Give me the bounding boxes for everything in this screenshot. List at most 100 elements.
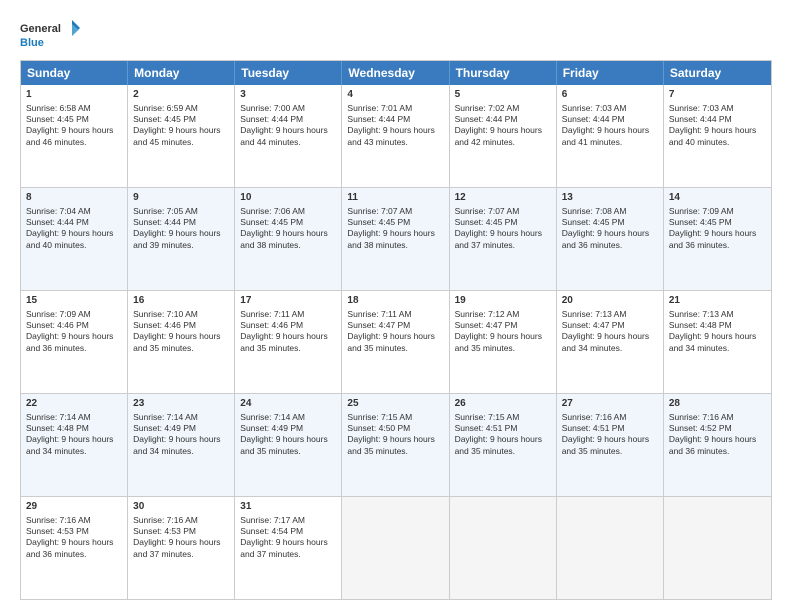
day-number: 12: [455, 191, 551, 205]
calendar-day-header: Thursday: [450, 61, 557, 85]
sunrise-label: Sunrise: 7:13 AM: [669, 309, 734, 319]
calendar-cell: 11Sunrise: 7:07 AMSunset: 4:45 PMDayligh…: [342, 188, 449, 290]
day-number: 7: [669, 88, 766, 102]
calendar-cell: 17Sunrise: 7:11 AMSunset: 4:46 PMDayligh…: [235, 291, 342, 393]
sunset-label: Sunset: 4:45 PM: [669, 217, 732, 227]
sunrise-label: Sunrise: 7:09 AM: [669, 206, 734, 216]
day-number: 24: [240, 397, 336, 411]
day-number: 14: [669, 191, 766, 205]
daylight-minutes: and 40 minutes.: [669, 137, 729, 147]
daylight-label: Daylight: 9 hours hours: [455, 228, 542, 238]
daylight-minutes: and 35 minutes.: [240, 446, 300, 456]
daylight-minutes: and 45 minutes.: [133, 137, 193, 147]
sunset-label: Sunset: 4:44 PM: [455, 114, 518, 124]
sunrise-label: Sunrise: 7:07 AM: [347, 206, 412, 216]
daylight-minutes: and 39 minutes.: [133, 240, 193, 250]
daylight-minutes: and 44 minutes.: [240, 137, 300, 147]
sunset-label: Sunset: 4:46 PM: [240, 320, 303, 330]
daylight-label: Daylight: 9 hours hours: [26, 537, 113, 547]
daylight-label: Daylight: 9 hours hours: [240, 537, 327, 547]
daylight-minutes: and 38 minutes.: [347, 240, 407, 250]
daylight-label: Daylight: 9 hours hours: [347, 331, 434, 341]
sunrise-label: Sunrise: 7:02 AM: [455, 103, 520, 113]
daylight-label: Daylight: 9 hours hours: [26, 331, 113, 341]
day-number: 28: [669, 397, 766, 411]
daylight-minutes: and 36 minutes.: [669, 240, 729, 250]
sunset-label: Sunset: 4:51 PM: [562, 423, 625, 433]
daylight-label: Daylight: 9 hours hours: [455, 125, 542, 135]
sunset-label: Sunset: 4:44 PM: [562, 114, 625, 124]
day-number: 3: [240, 88, 336, 102]
daylight-minutes: and 35 minutes.: [455, 343, 515, 353]
day-number: 5: [455, 88, 551, 102]
sunset-label: Sunset: 4:53 PM: [133, 526, 196, 536]
sunrise-label: Sunrise: 6:59 AM: [133, 103, 198, 113]
calendar-cell: 23Sunrise: 7:14 AMSunset: 4:49 PMDayligh…: [128, 394, 235, 496]
sunset-label: Sunset: 4:44 PM: [240, 114, 303, 124]
sunrise-label: Sunrise: 7:14 AM: [133, 412, 198, 422]
sunrise-label: Sunrise: 7:05 AM: [133, 206, 198, 216]
daylight-label: Daylight: 9 hours hours: [347, 434, 434, 444]
calendar-body: 1Sunrise: 6:58 AMSunset: 4:45 PMDaylight…: [21, 85, 771, 599]
calendar-day-header: Saturday: [664, 61, 771, 85]
calendar-page: General Blue SundayMondayTuesdayWednesda…: [0, 0, 792, 612]
sunrise-label: Sunrise: 7:16 AM: [26, 515, 91, 525]
calendar-cell: 31Sunrise: 7:17 AMSunset: 4:54 PMDayligh…: [235, 497, 342, 599]
sunrise-label: Sunrise: 7:14 AM: [26, 412, 91, 422]
calendar-cell: 30Sunrise: 7:16 AMSunset: 4:53 PMDayligh…: [128, 497, 235, 599]
daylight-minutes: and 36 minutes.: [669, 446, 729, 456]
daylight-minutes: and 43 minutes.: [347, 137, 407, 147]
calendar-day-header: Friday: [557, 61, 664, 85]
sunset-label: Sunset: 4:44 PM: [347, 114, 410, 124]
day-number: 26: [455, 397, 551, 411]
calendar-cell: [342, 497, 449, 599]
day-number: 6: [562, 88, 658, 102]
sunset-label: Sunset: 4:45 PM: [347, 217, 410, 227]
daylight-minutes: and 40 minutes.: [26, 240, 86, 250]
calendar-day-header: Monday: [128, 61, 235, 85]
daylight-minutes: and 35 minutes.: [562, 446, 622, 456]
day-number: 31: [240, 500, 336, 514]
calendar-cell: 14Sunrise: 7:09 AMSunset: 4:45 PMDayligh…: [664, 188, 771, 290]
calendar-cell: 26Sunrise: 7:15 AMSunset: 4:51 PMDayligh…: [450, 394, 557, 496]
sunrise-label: Sunrise: 7:15 AM: [347, 412, 412, 422]
sunrise-label: Sunrise: 7:01 AM: [347, 103, 412, 113]
daylight-label: Daylight: 9 hours hours: [562, 125, 649, 135]
daylight-minutes: and 42 minutes.: [455, 137, 515, 147]
sunset-label: Sunset: 4:44 PM: [669, 114, 732, 124]
sunrise-label: Sunrise: 7:08 AM: [562, 206, 627, 216]
sunrise-label: Sunrise: 7:13 AM: [562, 309, 627, 319]
daylight-minutes: and 38 minutes.: [240, 240, 300, 250]
daylight-label: Daylight: 9 hours hours: [562, 228, 649, 238]
day-number: 15: [26, 294, 122, 308]
calendar-cell: 10Sunrise: 7:06 AMSunset: 4:45 PMDayligh…: [235, 188, 342, 290]
sunset-label: Sunset: 4:45 PM: [562, 217, 625, 227]
daylight-label: Daylight: 9 hours hours: [240, 125, 327, 135]
daylight-minutes: and 41 minutes.: [562, 137, 622, 147]
daylight-label: Daylight: 9 hours hours: [669, 434, 756, 444]
sunset-label: Sunset: 4:49 PM: [133, 423, 196, 433]
day-number: 17: [240, 294, 336, 308]
day-number: 2: [133, 88, 229, 102]
sunrise-label: Sunrise: 7:14 AM: [240, 412, 305, 422]
sunset-label: Sunset: 4:54 PM: [240, 526, 303, 536]
day-number: 29: [26, 500, 122, 514]
day-number: 30: [133, 500, 229, 514]
sunset-label: Sunset: 4:49 PM: [240, 423, 303, 433]
daylight-label: Daylight: 9 hours hours: [562, 331, 649, 341]
day-number: 22: [26, 397, 122, 411]
day-number: 1: [26, 88, 122, 102]
daylight-label: Daylight: 9 hours hours: [455, 331, 542, 341]
daylight-minutes: and 34 minutes.: [26, 446, 86, 456]
day-number: 19: [455, 294, 551, 308]
daylight-minutes: and 35 minutes.: [347, 343, 407, 353]
sunrise-label: Sunrise: 7:06 AM: [240, 206, 305, 216]
sunset-label: Sunset: 4:46 PM: [133, 320, 196, 330]
sunrise-label: Sunrise: 7:12 AM: [455, 309, 520, 319]
day-number: 25: [347, 397, 443, 411]
daylight-label: Daylight: 9 hours hours: [669, 228, 756, 238]
calendar-cell: 29Sunrise: 7:16 AMSunset: 4:53 PMDayligh…: [21, 497, 128, 599]
sunset-label: Sunset: 4:45 PM: [455, 217, 518, 227]
sunset-label: Sunset: 4:51 PM: [455, 423, 518, 433]
sunrise-label: Sunrise: 7:16 AM: [669, 412, 734, 422]
